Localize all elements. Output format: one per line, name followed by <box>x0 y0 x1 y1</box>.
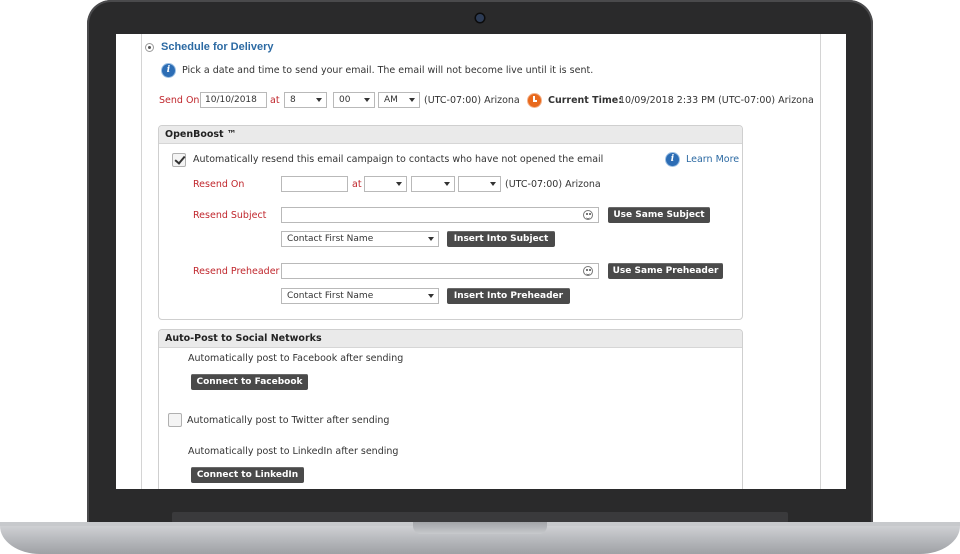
resend-date-input[interactable] <box>281 176 348 192</box>
info-icon: i <box>161 63 176 78</box>
connect-linkedin-button[interactable]: Connect to LinkedIn <box>191 467 304 483</box>
insert-into-subject-button[interactable]: Insert Into Subject <box>447 231 555 247</box>
schedule-radio[interactable] <box>145 43 154 52</box>
resend-at-label: at <box>352 179 362 190</box>
ampm-select[interactable]: AM <box>378 92 420 108</box>
resend-preheader-label: Resend Preheader <box>193 266 280 277</box>
subject-merge-value: Contact First Name <box>287 234 374 244</box>
twitter-text: Automatically post to Twitter after send… <box>187 415 390 426</box>
emoji-icon[interactable] <box>583 266 593 276</box>
chevron-down-icon <box>396 182 402 186</box>
emoji-icon[interactable] <box>583 210 593 220</box>
minute-value: 00 <box>339 95 351 105</box>
social-header: Auto-Post to Social Networks <box>159 330 742 348</box>
chevron-down-icon <box>364 98 370 102</box>
resend-hour-select[interactable] <box>364 176 407 192</box>
hour-value: 8 <box>290 95 296 105</box>
chevron-down-icon <box>490 182 496 186</box>
chevron-down-icon <box>428 294 434 298</box>
resend-preheader-input[interactable] <box>281 263 599 279</box>
chevron-down-icon <box>409 98 415 102</box>
send-date-input[interactable]: 10/10/2018 <box>200 92 267 108</box>
preheader-merge-value: Contact First Name <box>287 291 374 301</box>
use-same-subject-button[interactable]: Use Same Subject <box>608 207 710 223</box>
schedule-title: Schedule for Delivery <box>161 41 274 53</box>
schedule-info-text: Pick a date and time to send your email.… <box>182 65 594 76</box>
laptop-notch <box>413 522 547 534</box>
insert-into-preheader-button[interactable]: Insert Into Preheader <box>447 288 570 304</box>
resend-subject-input[interactable] <box>281 207 599 223</box>
ampm-value: AM <box>384 95 398 105</box>
resend-subject-label: Resend Subject <box>193 210 267 221</box>
connect-facebook-button[interactable]: Connect to Facebook <box>191 374 308 390</box>
twitter-checkbox[interactable] <box>168 413 182 427</box>
minute-select[interactable]: 00 <box>333 92 375 108</box>
subject-merge-select[interactable]: Contact First Name <box>281 231 439 247</box>
send-on-label: Send On <box>159 95 200 106</box>
screen: Schedule for Delivery i Pick a date and … <box>116 34 846 489</box>
camera-icon <box>476 14 484 22</box>
learn-more-info-icon: i <box>665 152 680 167</box>
openboost-box: OpenBoost ™ Automatically resend this em… <box>158 125 743 320</box>
resend-timezone-text: (UTC-07:00) Arizona <box>505 179 601 190</box>
social-box: Auto-Post to Social Networks Automatical… <box>158 329 743 489</box>
timezone-text: (UTC-07:00) Arizona <box>424 95 520 106</box>
current-time-label: Current Time: <box>548 95 623 106</box>
use-same-preheader-button[interactable]: Use Same Preheader <box>608 263 723 279</box>
chevron-down-icon <box>428 237 434 241</box>
openboost-header: OpenBoost ™ <box>159 126 742 144</box>
learn-more-link[interactable]: Learn More <box>686 154 739 165</box>
current-time-value: 10/09/2018 2:33 PM (UTC-07:00) Arizona <box>619 95 814 106</box>
resend-ampm-select[interactable] <box>458 176 501 192</box>
chevron-down-icon <box>316 98 322 102</box>
preheader-merge-select[interactable]: Contact First Name <box>281 288 439 304</box>
resend-on-label: Resend On <box>193 179 245 190</box>
resend-minute-select[interactable] <box>411 176 455 192</box>
resend-checkbox[interactable] <box>172 153 186 167</box>
facebook-text: Automatically post to Facebook after sen… <box>188 353 404 364</box>
chevron-down-icon <box>444 182 450 186</box>
resend-checkbox-label: Automatically resend this email campaign… <box>193 154 604 165</box>
linkedin-text: Automatically post to LinkedIn after sen… <box>188 446 399 457</box>
schedule-panel: Schedule for Delivery i Pick a date and … <box>141 34 821 489</box>
at-label: at <box>270 95 280 106</box>
hour-select[interactable]: 8 <box>284 92 327 108</box>
clock-icon <box>527 93 542 108</box>
